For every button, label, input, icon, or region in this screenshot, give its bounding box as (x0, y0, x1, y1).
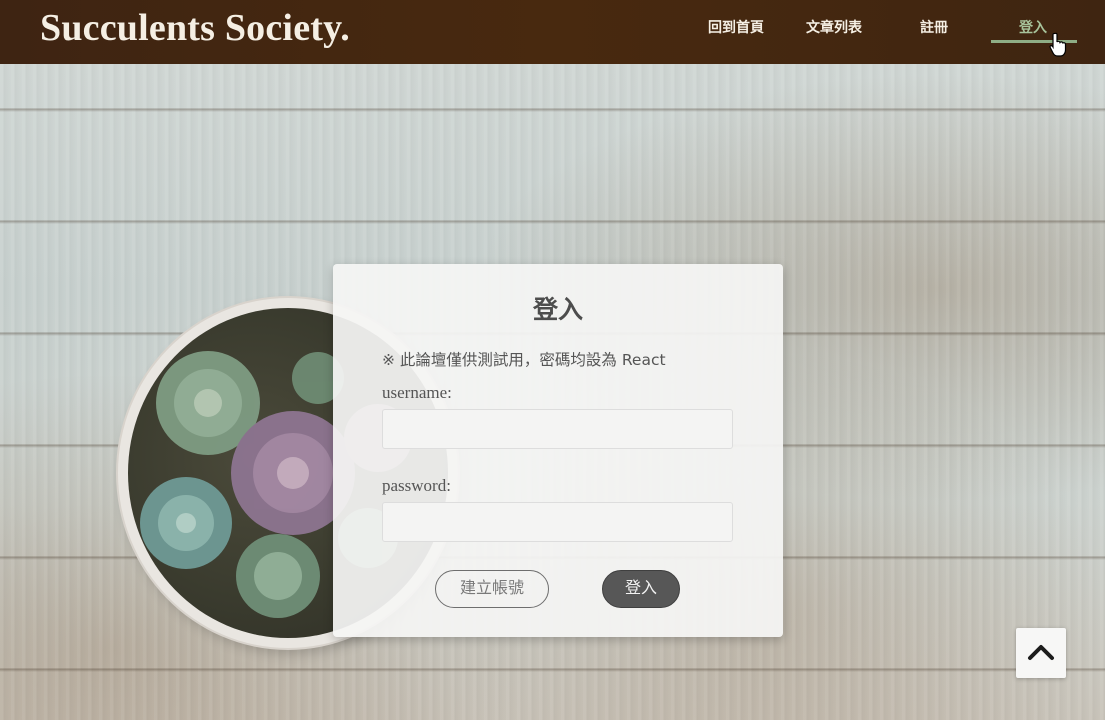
login-card: 登入 ※ 此論壇僅供測試用，密碼均設為 React username: pass… (333, 264, 783, 637)
nav-register-link[interactable]: 註冊 (920, 17, 948, 37)
username-label: username: (382, 383, 452, 402)
login-title: 登入 (532, 295, 583, 324)
password-label: password: (382, 476, 451, 495)
login-button[interactable]: 登入 (602, 570, 680, 608)
password-input[interactable] (382, 502, 733, 542)
chevron-up-icon (1028, 645, 1054, 660)
test-notice: ※ 此論壇僅供測試用，密碼均設為 React (382, 351, 666, 369)
site-logo[interactable]: Succulents Society. (40, 6, 350, 50)
top-navigation-bar: Succulents Society. 回到首頁 文章列表 註冊 登入 (0, 0, 1105, 64)
nav-articles-link[interactable]: 文章列表 (806, 17, 862, 37)
nav-home-link[interactable]: 回到首頁 (708, 17, 764, 37)
hand-pointer-icon (1049, 32, 1067, 57)
username-input[interactable] (382, 409, 733, 449)
nav-login-link[interactable]: 登入 (1019, 17, 1047, 37)
create-account-button[interactable]: 建立帳號 (435, 570, 549, 608)
scroll-to-top-button[interactable] (1016, 628, 1066, 678)
